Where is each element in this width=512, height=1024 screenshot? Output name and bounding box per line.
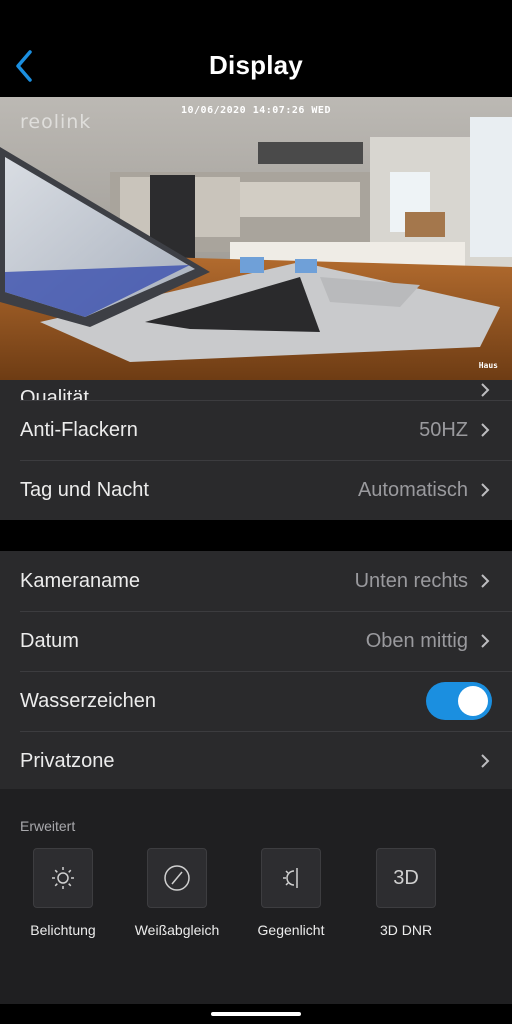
3d-dnr-button[interactable]: 3D 3D DNR [351, 848, 461, 938]
top-bar: Display [0, 0, 512, 97]
white-balance-label: Weißabgleich [134, 922, 220, 938]
row-value: Automatisch [357, 478, 468, 501]
exposure-button[interactable]: Belichtung [8, 848, 118, 938]
row-label: Privatzone [20, 749, 115, 772]
row-watermark: Wasserzeichen [0, 671, 512, 731]
sun-icon [33, 848, 93, 908]
settings-section-image: Qualität Anti-Flackern 50HZ Tag und Nach… [0, 380, 512, 520]
backlight-icon [261, 848, 321, 908]
row-value: Oben mittig [365, 629, 468, 652]
backlight-label: Gegenlicht [257, 922, 325, 938]
3d-dnr-icon: 3D [376, 848, 436, 908]
page-title: Display [209, 50, 303, 80]
chevron-right-icon [478, 631, 492, 651]
reolink-logo: reolink [20, 111, 92, 133]
3d-dnr-label: 3D DNR [379, 922, 433, 938]
osd-camera-name: Haus [478, 361, 498, 370]
row-label: Wasserzeichen [20, 689, 156, 712]
row-camera-name[interactable]: Kameraname Unten rechts [0, 551, 512, 611]
chevron-right-icon [478, 751, 492, 771]
home-indicator-bar [0, 1004, 512, 1024]
camera-preview-image [0, 97, 512, 380]
row-value: Unten rechts [354, 569, 468, 592]
advanced-title: Erweitert [20, 818, 76, 834]
watermark-toggle[interactable] [426, 682, 492, 720]
row-label: Tag und Nacht [20, 478, 149, 501]
chevron-right-icon [478, 380, 492, 400]
home-indicator[interactable] [211, 1012, 301, 1016]
backlight-button[interactable]: Gegenlicht [236, 848, 346, 938]
chevron-right-icon [478, 480, 492, 500]
row-quality[interactable]: Qualität [0, 380, 512, 400]
settings-section-osd: Kameraname Unten rechts Datum Oben mitti… [0, 551, 512, 791]
row-label: Anti-Flackern [20, 418, 138, 441]
camera-preview[interactable]: 10/06/2020 14:07:26 WED reolink Haus [0, 97, 512, 380]
white-balance-icon [147, 848, 207, 908]
row-day-night[interactable]: Tag und Nacht Automatisch [0, 460, 512, 520]
row-privacy-zone[interactable]: Privatzone [0, 731, 512, 791]
row-date[interactable]: Datum Oben mittig [0, 611, 512, 671]
exposure-label: Belichtung [30, 922, 96, 938]
row-label: Kameraname [20, 569, 141, 592]
chevron-right-icon [478, 571, 492, 591]
row-label: Datum [20, 629, 79, 652]
row-label: Qualität [20, 387, 89, 400]
advanced-section: Erweitert Belichtung Weißabgleich Gegenl… [0, 789, 512, 1004]
row-anti-flicker[interactable]: Anti-Flackern 50HZ [0, 400, 512, 460]
3d-dnr-icon-text: 3D [393, 866, 419, 889]
row-value: 50HZ [419, 418, 468, 441]
chevron-right-icon [478, 420, 492, 440]
white-balance-button[interactable]: Weißabgleich [122, 848, 232, 938]
toggle-knob [458, 686, 488, 716]
